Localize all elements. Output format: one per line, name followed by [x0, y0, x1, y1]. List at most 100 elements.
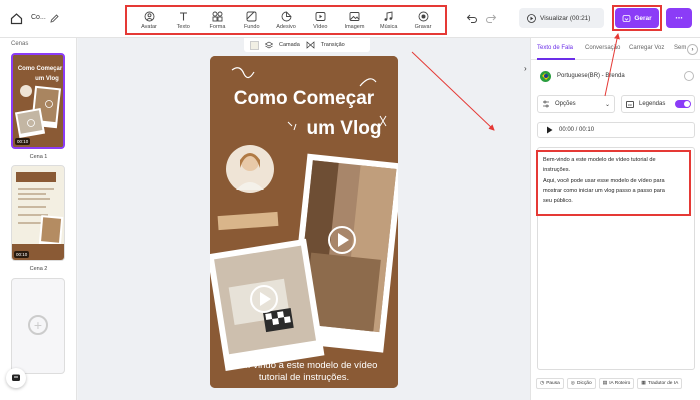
tool-text[interactable]: Texto	[169, 11, 197, 30]
diction-label: Dicção	[576, 381, 592, 386]
generate-icon	[622, 14, 631, 22]
diction-button[interactable]: ◎ Dicção	[566, 378, 596, 389]
text-icon	[179, 11, 187, 20]
scene-thumbnail-1[interactable]: Como Começar um Vlog 00:10	[11, 53, 65, 149]
scene-1-title-line1: Como Começar	[18, 66, 63, 72]
undo-icon[interactable]	[466, 12, 478, 24]
tab-text-to-speech[interactable]: Texto de Fala	[537, 45, 573, 51]
layer-button[interactable]: Camada	[279, 42, 300, 48]
tab-upload-voice[interactable]: Carregar Voz	[629, 45, 664, 51]
top-bar: Co... Avatar Texto Forma Fundo Adesivo V…	[0, 0, 700, 38]
scene-1-preview: Como Começar um Vlog	[13, 55, 63, 147]
support-chat-button[interactable]	[6, 368, 26, 388]
audio-player: 00:00 / 00:10	[537, 122, 695, 138]
tool-label: Avatar	[141, 23, 157, 30]
tool-label: Vídeo	[313, 23, 328, 30]
project-title[interactable]: Co...	[31, 14, 46, 21]
tool-label: Forma	[209, 23, 226, 30]
diction-icon: ◎	[570, 381, 575, 386]
home-icon[interactable]	[10, 12, 23, 25]
script-line: instruções.	[543, 167, 571, 174]
script-line: mostrar como iniciar um vlog passo a pas…	[543, 187, 665, 194]
preview-button[interactable]: Visualizar (00:21)	[519, 8, 604, 28]
canvas-toolbar: Camada Transição	[244, 38, 370, 52]
scene-2-preview	[12, 166, 64, 260]
audio-time: 00:00 / 00:10	[559, 127, 595, 133]
tab-conversation[interactable]: Conversação	[585, 45, 620, 51]
pencil-icon[interactable]	[49, 12, 59, 24]
tool-video[interactable]: Vídeo	[306, 11, 334, 30]
active-tab-indicator	[537, 58, 575, 60]
collapse-panel-arrow-icon[interactable]: ›	[524, 64, 527, 73]
chat-icon	[12, 374, 20, 381]
options-dropdown[interactable]: Opções ⌄	[537, 95, 615, 113]
tool-avatar[interactable]: Avatar	[135, 11, 163, 30]
video-title-line2[interactable]: um Vlog	[307, 118, 382, 139]
ai-script-button[interactable]: ▤ IA Roteiro	[598, 378, 635, 389]
subtitles-control: cc Legendas	[621, 95, 695, 113]
preview-label: Visualizar (00:21)	[540, 14, 591, 22]
insert-toolbar: Avatar Texto Forma Fundo Adesivo Vídeo I…	[125, 5, 447, 35]
play-circle-icon	[527, 13, 536, 23]
script-text[interactable]: Bem-vindo a este modelo de vídeo tutoria…	[543, 155, 687, 206]
sliders-icon	[543, 100, 549, 108]
add-scene-slot[interactable]: +	[11, 278, 65, 374]
laptop-photo[interactable]	[210, 238, 325, 371]
transition-button[interactable]: Transição	[321, 42, 345, 48]
layers-icon[interactable]	[265, 41, 273, 49]
avatar-icon	[144, 11, 154, 21]
more-options-button[interactable]: ···	[666, 8, 692, 28]
scenes-title: Cenas	[11, 41, 29, 47]
video-canvas[interactable]: Como Começar um Vlog Bem-vindo a este mo…	[210, 56, 398, 388]
script-line: Aqui, você pode usar esse modelo de víde…	[543, 177, 665, 184]
more-icon: ···	[675, 13, 683, 23]
scenes-panel: Cenas Como Começar um Vlog 00:10 Cena 1	[0, 38, 77, 400]
captions-icon: cc	[626, 100, 634, 108]
video-title-line1[interactable]: Como Começar	[234, 88, 375, 109]
panel-tabs: Texto de Fala Conversação Carregar Voz S…	[531, 38, 700, 60]
tool-label: Fundo	[243, 23, 260, 30]
tool-label: Música	[380, 23, 398, 30]
video-subtitle-line2[interactable]: tutorial de instruções.	[259, 372, 349, 383]
tab-silent[interactable]: Sem	[674, 45, 686, 51]
generate-button[interactable]: Gerar	[615, 8, 659, 28]
tabs-next-chevron-icon[interactable]: ›	[687, 44, 698, 55]
scene-label-1: Cena 1	[29, 154, 48, 160]
editor-app: Co... Avatar Texto Forma Fundo Adesivo V…	[0, 0, 700, 400]
ai-translator-button[interactable]: ▦ Tradutor de IA	[637, 378, 683, 389]
pause-label: Pausa	[546, 381, 560, 386]
video-icon	[315, 11, 326, 21]
options-label: Opções	[555, 101, 576, 107]
tool-label: Texto	[176, 23, 190, 30]
scene-label-2: Cena 2	[29, 266, 48, 272]
script-tools: ◷ Pausa ◎ Dicção ▤ IA Roteiro ▦ Tradutor de …	[536, 378, 698, 389]
ai-script-icon: ▤	[602, 381, 608, 386]
brazil-flag-icon	[540, 70, 551, 82]
subtitles-label: Legendas	[639, 101, 666, 107]
background-color-swatch[interactable]	[250, 40, 259, 50]
clock-icon: ◷	[540, 381, 545, 386]
ai-script-label: IA Roteiro	[609, 381, 631, 386]
video-subtitle-line1[interactable]: Bem-vindo a este modelo de vídeo	[231, 360, 378, 371]
tool-label: Gravar	[414, 23, 432, 30]
redo-icon[interactable]	[485, 12, 497, 24]
tool-shape[interactable]: Forma	[204, 11, 232, 30]
subtitles-toggle[interactable]	[675, 100, 691, 108]
tool-background[interactable]: Fundo	[238, 11, 266, 30]
tool-sticker[interactable]: Adesivo	[272, 11, 300, 30]
scene-duration: 00:10	[14, 251, 30, 258]
pause-button[interactable]: ◷ Pausa	[536, 378, 564, 389]
tool-music[interactable]: Música	[375, 10, 403, 30]
voice-settings-icon[interactable]	[684, 71, 694, 81]
play-icon[interactable]	[546, 126, 553, 134]
background-icon	[246, 11, 257, 21]
transition-icon[interactable]	[306, 41, 315, 49]
tool-record[interactable]: Gravar	[409, 11, 437, 30]
tool-image[interactable]: Imagem	[341, 11, 369, 30]
voice-selector[interactable]: Portuguese(BR) - Brenda	[540, 69, 694, 83]
scene-duration: 00:10	[15, 138, 31, 145]
add-scene-icon: +	[28, 315, 48, 335]
shape-icon	[212, 11, 223, 21]
voice-name: Portuguese(BR) - Brenda	[557, 73, 625, 79]
scene-thumbnail-2[interactable]: 00:10	[11, 165, 65, 261]
